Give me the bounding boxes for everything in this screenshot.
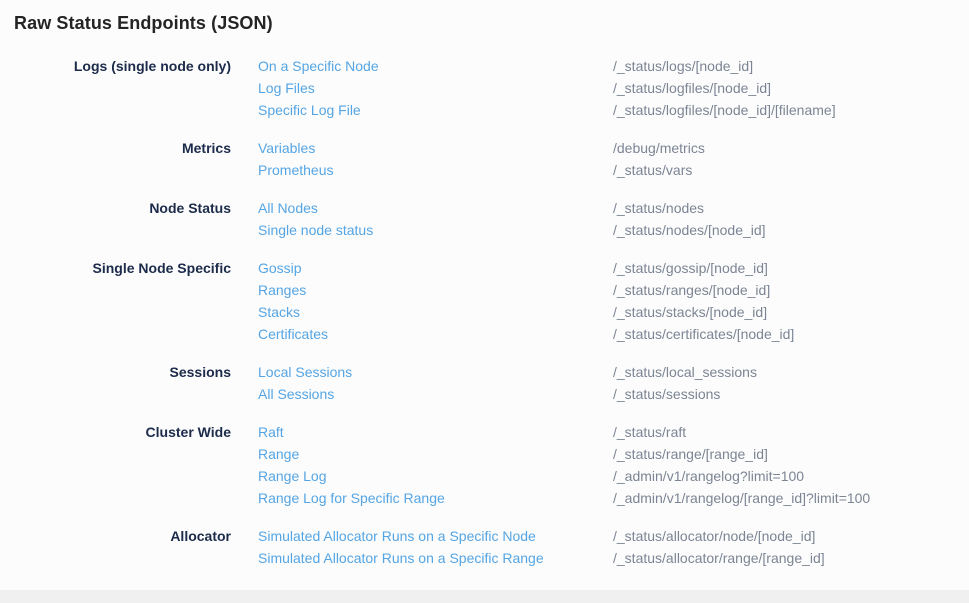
section-rows: On a Specific Node /_status/logs/[node_i… xyxy=(258,55,955,121)
endpoint-row: Stacks /_status/stacks/[node_id] xyxy=(258,301,955,323)
endpoint-section: Node Status All Nodes /_status/nodes Sin… xyxy=(14,197,955,241)
endpoint-path: /_status/raft xyxy=(613,421,686,443)
endpoint-row: Simulated Allocator Runs on a Specific R… xyxy=(258,547,955,569)
endpoint-row: Log Files /_status/logfiles/[node_id] xyxy=(258,77,955,99)
section-rows: Variables /debug/metrics Prometheus /_st… xyxy=(258,137,955,181)
endpoint-path: /_status/ranges/[node_id] xyxy=(613,279,770,301)
endpoint-path: /_status/stacks/[node_id] xyxy=(613,301,767,323)
endpoint-path: /_status/allocator/range/[range_id] xyxy=(613,547,825,569)
endpoint-row: Single node status /_status/nodes/[node_… xyxy=(258,219,955,241)
endpoint-link[interactable]: Local Sessions xyxy=(258,361,613,383)
endpoint-section: Allocator Simulated Allocator Runs on a … xyxy=(14,525,955,569)
endpoint-row: Certificates /_status/certificates/[node… xyxy=(258,323,955,345)
endpoint-path: /_admin/v1/rangelog/[range_id]?limit=100 xyxy=(613,487,870,509)
section-category-label: Sessions xyxy=(14,361,258,405)
endpoint-path: /_status/certificates/[node_id] xyxy=(613,323,794,345)
endpoint-row: Prometheus /_status/vars xyxy=(258,159,955,181)
endpoint-path: /debug/metrics xyxy=(613,137,705,159)
endpoint-path: /_status/logs/[node_id] xyxy=(613,55,753,77)
endpoint-table: Logs (single node only) On a Specific No… xyxy=(14,55,955,569)
endpoint-link[interactable]: Single node status xyxy=(258,219,613,241)
endpoint-path: /_status/sessions xyxy=(613,383,720,405)
endpoint-path: /_admin/v1/rangelog?limit=100 xyxy=(613,465,804,487)
endpoint-link[interactable]: Range Log for Specific Range xyxy=(258,487,613,509)
endpoint-row: On a Specific Node /_status/logs/[node_i… xyxy=(258,55,955,77)
endpoint-link[interactable]: On a Specific Node xyxy=(258,55,613,77)
endpoint-row: Specific Log File /_status/logfiles/[nod… xyxy=(258,99,955,121)
endpoint-row: Range /_status/range/[range_id] xyxy=(258,443,955,465)
endpoint-path: /_status/nodes xyxy=(613,197,704,219)
endpoint-link[interactable]: Ranges xyxy=(258,279,613,301)
section-category-label: Single Node Specific xyxy=(14,257,258,345)
section-category-label: Node Status xyxy=(14,197,258,241)
endpoint-row: All Sessions /_status/sessions xyxy=(258,383,955,405)
endpoint-link[interactable]: Certificates xyxy=(258,323,613,345)
section-category-label: Allocator xyxy=(14,525,258,569)
endpoint-path: /_status/nodes/[node_id] xyxy=(613,219,766,241)
section-category-label: Cluster Wide xyxy=(14,421,258,509)
endpoint-path: /_status/gossip/[node_id] xyxy=(613,257,768,279)
endpoint-row: Raft /_status/raft xyxy=(258,421,955,443)
endpoint-row: Local Sessions /_status/local_sessions xyxy=(258,361,955,383)
endpoint-link[interactable]: Stacks xyxy=(258,301,613,323)
endpoint-link[interactable]: All Sessions xyxy=(258,383,613,405)
raw-status-endpoints-page: Raw Status Endpoints (JSON) Logs (single… xyxy=(0,0,969,603)
endpoint-section: Sessions Local Sessions /_status/local_s… xyxy=(14,361,955,405)
endpoint-link[interactable]: Specific Log File xyxy=(258,99,613,121)
endpoint-path: /_status/logfiles/[node_id] xyxy=(613,77,771,99)
footer-strip xyxy=(0,590,969,603)
endpoint-link[interactable]: Gossip xyxy=(258,257,613,279)
section-rows: Raft /_status/raft Range /_status/range/… xyxy=(258,421,955,509)
endpoint-row: Variables /debug/metrics xyxy=(258,137,955,159)
section-rows: Local Sessions /_status/local_sessions A… xyxy=(258,361,955,405)
page-title: Raw Status Endpoints (JSON) xyxy=(14,13,955,34)
endpoint-path: /_status/local_sessions xyxy=(613,361,757,383)
section-category-label: Logs (single node only) xyxy=(14,55,258,121)
endpoint-row: Ranges /_status/ranges/[node_id] xyxy=(258,279,955,301)
endpoint-row: Gossip /_status/gossip/[node_id] xyxy=(258,257,955,279)
endpoint-section: Logs (single node only) On a Specific No… xyxy=(14,55,955,121)
endpoint-path: /_status/range/[range_id] xyxy=(613,443,768,465)
endpoint-link[interactable]: All Nodes xyxy=(258,197,613,219)
endpoint-row: Range Log for Specific Range /_admin/v1/… xyxy=(258,487,955,509)
endpoint-link[interactable]: Simulated Allocator Runs on a Specific R… xyxy=(258,547,613,569)
endpoint-path: /_status/logfiles/[node_id]/[filename] xyxy=(613,99,836,121)
endpoint-row: All Nodes /_status/nodes xyxy=(258,197,955,219)
endpoint-link[interactable]: Prometheus xyxy=(258,159,613,181)
endpoint-section: Single Node Specific Gossip /_status/gos… xyxy=(14,257,955,345)
endpoint-link[interactable]: Simulated Allocator Runs on a Specific N… xyxy=(258,525,613,547)
endpoint-link[interactable]: Raft xyxy=(258,421,613,443)
endpoint-section: Cluster Wide Raft /_status/raft Range /_… xyxy=(14,421,955,509)
endpoint-path: /_status/allocator/node/[node_id] xyxy=(613,525,815,547)
endpoint-link[interactable]: Range xyxy=(258,443,613,465)
section-rows: Gossip /_status/gossip/[node_id] Ranges … xyxy=(258,257,955,345)
endpoint-link[interactable]: Range Log xyxy=(258,465,613,487)
endpoint-path: /_status/vars xyxy=(613,159,692,181)
section-rows: All Nodes /_status/nodes Single node sta… xyxy=(258,197,955,241)
section-category-label: Metrics xyxy=(14,137,258,181)
endpoint-link[interactable]: Variables xyxy=(258,137,613,159)
endpoint-row: Range Log /_admin/v1/rangelog?limit=100 xyxy=(258,465,955,487)
endpoint-row: Simulated Allocator Runs on a Specific N… xyxy=(258,525,955,547)
endpoint-link[interactable]: Log Files xyxy=(258,77,613,99)
section-rows: Simulated Allocator Runs on a Specific N… xyxy=(258,525,955,569)
endpoint-section: Metrics Variables /debug/metrics Prometh… xyxy=(14,137,955,181)
